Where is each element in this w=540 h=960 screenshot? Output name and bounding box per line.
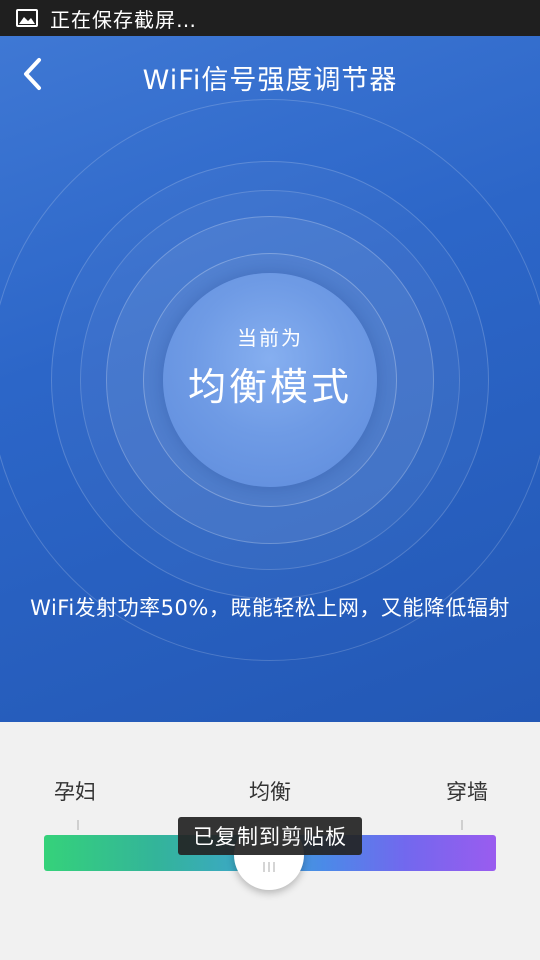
level-label-wall[interactable]: 穿墙 <box>446 776 488 806</box>
mode-value: 均衡模式 <box>187 365 352 409</box>
toast-message: 已复制到剪贴板 <box>178 817 362 855</box>
page-title: WiFi信号强度调节器 <box>142 65 398 96</box>
grip-icon <box>263 862 275 872</box>
hero-panel: WiFi信号强度调节器 当前为 均衡模式 WiFi发射功率50%，既能轻松上网，… <box>0 36 540 722</box>
gallery-icon <box>16 9 38 27</box>
mode-caption: 当前为 <box>237 326 303 350</box>
status-bar: 正在保存截屏… <box>0 0 540 36</box>
status-text: 正在保存截屏… <box>50 7 197 32</box>
mode-description: WiFi发射功率50%，既能轻松上网，又能降低辐射 <box>30 596 510 620</box>
tick-mark <box>77 820 79 830</box>
tick-mark <box>461 820 463 830</box>
